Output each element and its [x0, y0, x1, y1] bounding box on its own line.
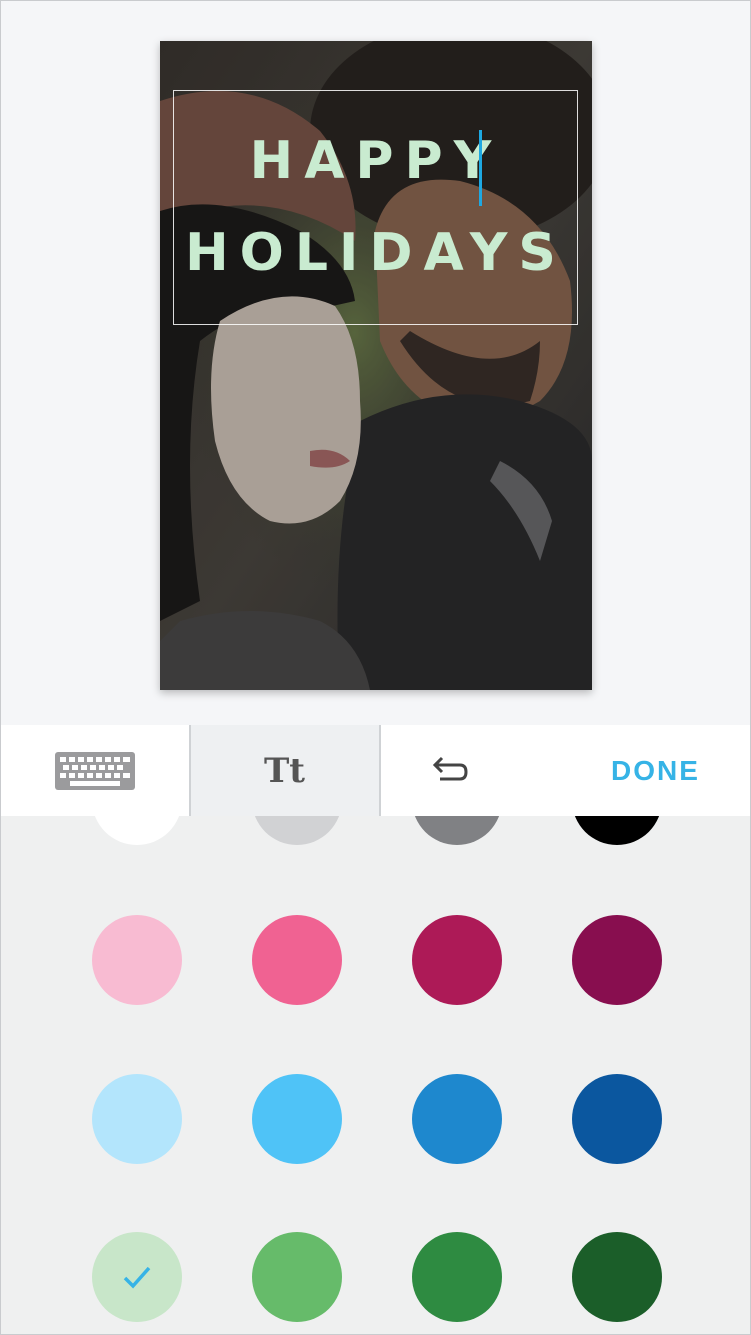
keyboard-icon [54, 751, 135, 790]
toolbar-divider [189, 725, 191, 816]
card-text-line-2[interactable]: HOLIDAYS [160, 223, 592, 283]
text-caret [479, 130, 482, 206]
text-box[interactable] [173, 90, 578, 325]
keyboard-button[interactable] [0, 725, 189, 816]
color-palette [0, 816, 751, 1335]
canvas-area: HAPPY HOLIDAYS [0, 0, 751, 725]
color-swatch[interactable] [572, 816, 662, 845]
check-icon [123, 1266, 151, 1289]
color-swatch[interactable] [412, 816, 502, 845]
color-swatch[interactable] [92, 1232, 182, 1322]
color-swatch[interactable] [412, 915, 502, 1005]
color-swatch[interactable] [572, 1074, 662, 1164]
undo-icon [432, 756, 468, 780]
color-swatch[interactable] [252, 1074, 342, 1164]
greeting-card[interactable]: HAPPY HOLIDAYS [160, 41, 592, 690]
text-style-label: Tt [263, 750, 305, 791]
color-swatch[interactable] [572, 915, 662, 1005]
color-swatch[interactable] [252, 816, 342, 845]
color-swatch[interactable] [92, 1074, 182, 1164]
color-swatch[interactable] [252, 915, 342, 1005]
undo-button[interactable] [380, 725, 520, 816]
color-swatch[interactable] [572, 1232, 662, 1322]
color-swatch[interactable] [252, 1232, 342, 1322]
editor-toolbar: Tt DONE [0, 725, 751, 816]
card-text-line-1[interactable]: HAPPY [160, 131, 592, 191]
text-style-button[interactable]: Tt [190, 725, 379, 816]
color-swatch[interactable] [412, 1232, 502, 1322]
color-swatch[interactable] [92, 915, 182, 1005]
color-swatch[interactable] [92, 816, 182, 845]
done-button[interactable]: DONE [560, 725, 751, 816]
color-swatch[interactable] [412, 1074, 502, 1164]
toolbar-divider [379, 725, 381, 816]
